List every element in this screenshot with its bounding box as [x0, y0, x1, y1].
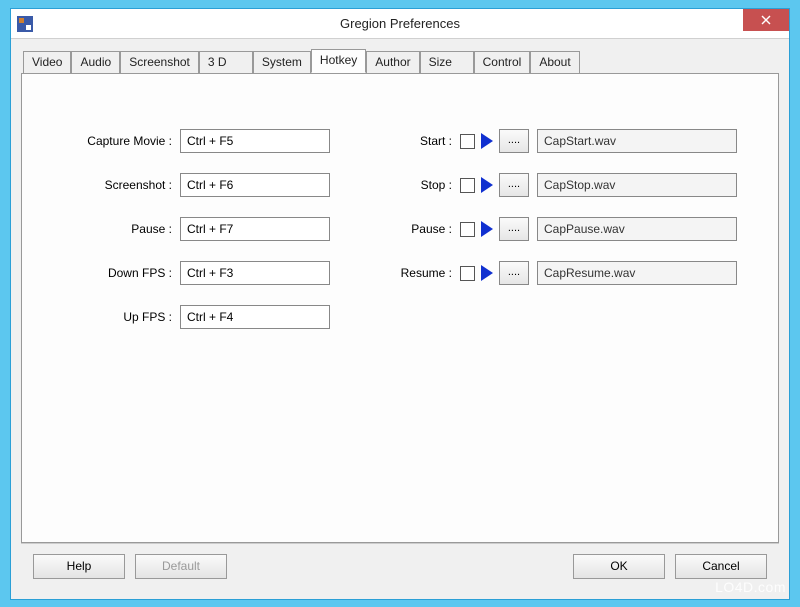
- tab-3d[interactable]: 3 D: [199, 51, 253, 73]
- row-start: Start : ....: [392, 129, 737, 153]
- checkbox-pause[interactable]: [460, 222, 475, 237]
- tabstrip: Video Audio Screenshot 3 D System Hotkey…: [23, 49, 779, 73]
- label-down-fps: Down FPS :: [62, 266, 172, 280]
- row-resume: Resume : ....: [392, 261, 737, 285]
- sound-column: Start : .... Stop : .... Pause :: [392, 129, 737, 305]
- tab-control[interactable]: Control: [474, 51, 531, 73]
- file-start[interactable]: [537, 129, 737, 153]
- input-screenshot[interactable]: [180, 173, 330, 197]
- file-pause[interactable]: [537, 217, 737, 241]
- tab-system[interactable]: System: [253, 51, 311, 73]
- input-up-fps[interactable]: [180, 305, 330, 329]
- help-button[interactable]: Help: [33, 554, 125, 579]
- label-start: Start :: [392, 134, 452, 148]
- tab-size[interactable]: Size: [420, 51, 474, 73]
- hotkey-panel: Capture Movie : Screenshot : Pause : Dow…: [21, 73, 779, 543]
- checkbox-stop[interactable]: [460, 178, 475, 193]
- row-down-fps: Down FPS :: [62, 261, 330, 285]
- close-icon: [761, 15, 771, 25]
- play-icon-resume[interactable]: [481, 265, 493, 281]
- ok-button[interactable]: OK: [573, 554, 665, 579]
- label-pause-sound: Pause :: [392, 222, 452, 236]
- preferences-window: Gregion Preferences Video Audio Screensh…: [10, 8, 790, 600]
- browse-button-start[interactable]: ....: [499, 129, 529, 153]
- input-capture-movie[interactable]: [180, 129, 330, 153]
- button-bar: Help Default OK Cancel: [21, 543, 779, 589]
- browse-button-pause[interactable]: ....: [499, 217, 529, 241]
- row-stop: Stop : ....: [392, 173, 737, 197]
- input-down-fps[interactable]: [180, 261, 330, 285]
- label-up-fps: Up FPS :: [62, 310, 172, 324]
- cancel-button[interactable]: Cancel: [675, 554, 767, 579]
- hotkey-column: Capture Movie : Screenshot : Pause : Dow…: [62, 129, 330, 349]
- label-resume: Resume :: [392, 266, 452, 280]
- row-pause: Pause :: [62, 217, 330, 241]
- row-capture-movie: Capture Movie :: [62, 129, 330, 153]
- tab-screenshot[interactable]: Screenshot: [120, 51, 199, 73]
- content-area: Video Audio Screenshot 3 D System Hotkey…: [11, 39, 789, 599]
- browse-button-resume[interactable]: ....: [499, 261, 529, 285]
- label-pause: Pause :: [62, 222, 172, 236]
- play-icon-stop[interactable]: [481, 177, 493, 193]
- label-screenshot: Screenshot :: [62, 178, 172, 192]
- row-up-fps: Up FPS :: [62, 305, 330, 329]
- titlebar: Gregion Preferences: [11, 9, 789, 39]
- tab-about[interactable]: About: [530, 51, 579, 73]
- tab-audio[interactable]: Audio: [71, 51, 120, 73]
- play-icon-pause[interactable]: [481, 221, 493, 237]
- close-button[interactable]: [743, 9, 789, 31]
- label-capture-movie: Capture Movie :: [62, 134, 172, 148]
- tab-hotkey[interactable]: Hotkey: [311, 49, 366, 73]
- file-stop[interactable]: [537, 173, 737, 197]
- tab-video[interactable]: Video: [23, 51, 71, 73]
- tab-author[interactable]: Author: [366, 51, 419, 73]
- checkbox-resume[interactable]: [460, 266, 475, 281]
- input-pause[interactable]: [180, 217, 330, 241]
- default-button[interactable]: Default: [135, 554, 227, 579]
- label-stop: Stop :: [392, 178, 452, 192]
- window-title: Gregion Preferences: [11, 16, 789, 31]
- play-icon-start[interactable]: [481, 133, 493, 149]
- file-resume[interactable]: [537, 261, 737, 285]
- checkbox-start[interactable]: [460, 134, 475, 149]
- row-pause-sound: Pause : ....: [392, 217, 737, 241]
- browse-button-stop[interactable]: ....: [499, 173, 529, 197]
- row-screenshot: Screenshot :: [62, 173, 330, 197]
